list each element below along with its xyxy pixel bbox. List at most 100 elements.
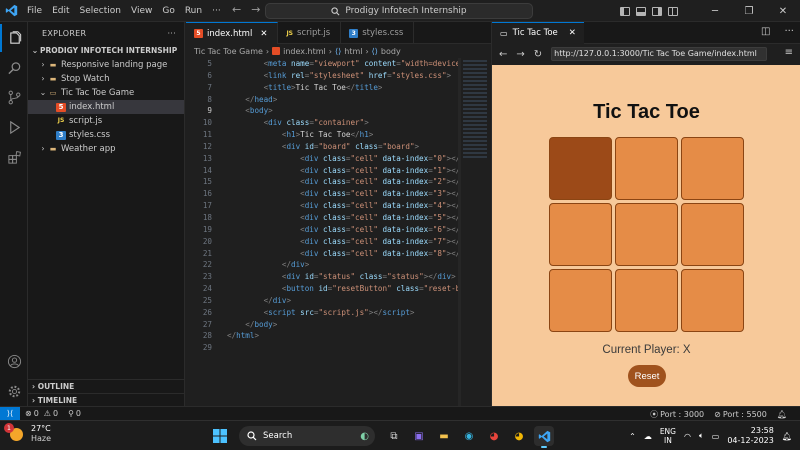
- tree-folder-weather-app[interactable]: › ▬ Weather app: [28, 142, 184, 156]
- explorer-icon[interactable]: [0, 24, 28, 52]
- accounts-icon[interactable]: [0, 347, 28, 375]
- code-line[interactable]: 21 <div class="cell" data-index="8"></d: [186, 248, 491, 260]
- menu-run[interactable]: Run: [180, 0, 207, 22]
- code-line[interactable]: 5 <meta name="viewport" content="width=d…: [186, 58, 491, 70]
- arrow-right-icon[interactable]: →: [251, 3, 260, 16]
- vscode-taskbar-icon[interactable]: [534, 426, 554, 448]
- task-view-icon[interactable]: ⧉: [384, 426, 404, 446]
- toggle-panel-icon[interactable]: [636, 6, 646, 16]
- board-cell-4[interactable]: [615, 203, 678, 266]
- tree-file-script-js[interactable]: JS script.js: [28, 114, 184, 128]
- close-icon[interactable]: ✕: [766, 6, 800, 17]
- search-icon[interactable]: [0, 54, 28, 82]
- port-3000-item[interactable]: ⦿ Port : 3000: [645, 409, 709, 420]
- chrome-icon[interactable]: ◕: [484, 426, 504, 446]
- code-line[interactable]: 29: [186, 342, 491, 354]
- code-line[interactable]: 23 <div id="status" class="status"></div…: [186, 271, 491, 283]
- close-icon[interactable]: ✕: [569, 28, 576, 38]
- port-5500-item[interactable]: ⊘ Port : 5500: [709, 410, 772, 419]
- code-line[interactable]: 20 <div class="cell" data-index="7"></d: [186, 236, 491, 248]
- code-line[interactable]: 19 <div class="cell" data-index="6"></d: [186, 224, 491, 236]
- customize-layout-icon[interactable]: [668, 6, 678, 16]
- code-line[interactable]: 16 <div class="cell" data-index="3"></d: [186, 188, 491, 200]
- code-line[interactable]: 7 <title>Tic Tac Toe</title>: [186, 82, 491, 94]
- more-actions-icon[interactable]: ···: [167, 29, 176, 38]
- board-cell-1[interactable]: [615, 137, 678, 200]
- code-line[interactable]: 17 <div class="cell" data-index="4"></d: [186, 200, 491, 212]
- file-explorer-icon[interactable]: ▬: [434, 426, 454, 446]
- run-debug-icon[interactable]: [0, 113, 28, 141]
- command-center-search[interactable]: Prodigy Infotech Internship: [265, 3, 533, 19]
- tree-file-styles-css[interactable]: 3 styles.css: [28, 128, 184, 142]
- menu-icon[interactable]: ≡: [785, 47, 793, 58]
- menu-go[interactable]: Go: [157, 0, 179, 22]
- board-cell-5[interactable]: [681, 203, 744, 266]
- code-line[interactable]: 6 <link rel="stylesheet" href="styles.cs…: [186, 70, 491, 82]
- code-line[interactable]: 13 <div class="cell" data-index="0"></d: [186, 153, 491, 165]
- chrome-profile-icon[interactable]: ◕: [509, 426, 529, 446]
- code-line[interactable]: 10 <div class="container">: [186, 117, 491, 129]
- menu-view[interactable]: View: [126, 0, 157, 22]
- tree-folder-tic-tac-toe-game[interactable]: ⌄ ▭ Tic Tac Toe Game: [28, 86, 184, 100]
- gear-icon[interactable]: [0, 377, 28, 405]
- tab-script-js[interactable]: JS script.js: [278, 22, 342, 44]
- tab-index-html[interactable]: 5 index.html ✕: [186, 22, 279, 44]
- board-cell-0[interactable]: [549, 137, 612, 200]
- menu-edit[interactable]: Edit: [47, 0, 74, 22]
- code-line[interactable]: 15 <div class="cell" data-index="2"></d: [186, 176, 491, 188]
- battery-icon[interactable]: ▭: [712, 432, 720, 441]
- arrow-right-icon[interactable]: →: [516, 49, 524, 60]
- clock[interactable]: 23:58 04-12-2023: [727, 426, 774, 446]
- board-cell-8[interactable]: [681, 269, 744, 332]
- cloud-icon[interactable]: ☁: [644, 432, 652, 441]
- wifi-icon[interactable]: ◠: [684, 432, 691, 441]
- breadcrumb-body[interactable]: body: [381, 47, 401, 56]
- breadcrumb-folder[interactable]: Tic Tac Toe Game: [194, 47, 263, 56]
- code-line[interactable]: 12 <div id="board" class="board">: [186, 141, 491, 153]
- menu-more[interactable]: ···: [207, 0, 226, 22]
- notifications-icon[interactable]: 🔔︎: [782, 432, 792, 441]
- code-line[interactable]: 28 </html>: [186, 330, 491, 342]
- menu-file[interactable]: File: [22, 0, 47, 22]
- code-line[interactable]: 27 </body>: [186, 319, 491, 331]
- tab-styles-css[interactable]: 3 styles.css: [341, 22, 415, 44]
- toggle-primary-sidebar-icon[interactable]: [620, 6, 630, 16]
- board-cell-7[interactable]: [615, 269, 678, 332]
- code-line[interactable]: 11 <h1>Tic Tac Toe</h1>: [186, 129, 491, 141]
- code-line[interactable]: 22 </div>: [186, 259, 491, 271]
- code-editor[interactable]: 5 <meta name="viewport" content="width=d…: [186, 58, 491, 406]
- reset-button[interactable]: Reset: [628, 365, 666, 387]
- source-control-icon[interactable]: [0, 83, 28, 111]
- restore-icon[interactable]: ❐: [732, 6, 766, 17]
- ports-indicator[interactable]: ⚲ 0: [63, 409, 86, 418]
- chat-icon[interactable]: ▣: [409, 426, 429, 446]
- code-line[interactable]: 9 <body>: [186, 105, 491, 117]
- extensions-icon[interactable]: [0, 143, 28, 171]
- close-icon[interactable]: ✕: [260, 29, 267, 39]
- problems-indicator[interactable]: ⊗ 0 ⚠ 0: [20, 409, 63, 418]
- minimap[interactable]: [461, 58, 491, 406]
- chevron-up-icon[interactable]: ⌃: [629, 432, 636, 441]
- code-line[interactable]: 26 <script src="script.js"></script>: [186, 307, 491, 319]
- code-line[interactable]: 14 <div class="cell" data-index="1"></d: [186, 165, 491, 177]
- menu-selection[interactable]: Selection: [75, 0, 126, 22]
- toggle-secondary-sidebar-icon[interactable]: [652, 6, 662, 16]
- tree-folder-responsive-landing-page[interactable]: › ▬ Responsive landing page: [28, 58, 184, 72]
- tree-folder-stop-watch[interactable]: › ▬ Stop Watch: [28, 72, 184, 86]
- breadcrumb-html[interactable]: html: [344, 47, 362, 56]
- url-input[interactable]: http://127.0.0.1:3000/Tic Tac Toe Game/i…: [551, 47, 768, 61]
- taskbar-search[interactable]: Search ◐: [239, 426, 375, 446]
- board-cell-3[interactable]: [549, 203, 612, 266]
- board-cell-6[interactable]: [549, 269, 612, 332]
- minimize-icon[interactable]: ─: [698, 6, 732, 17]
- code-line[interactable]: 25 </div>: [186, 295, 491, 307]
- bell-icon[interactable]: 🔔︎: [772, 410, 792, 419]
- remote-icon[interactable]: ⟩⟨: [0, 406, 20, 421]
- edge-icon[interactable]: ◉: [459, 426, 479, 446]
- timeline-section[interactable]: › TIMELINE: [28, 393, 185, 407]
- windows-start-icon[interactable]: [210, 426, 230, 446]
- split-editor-icon[interactable]: ◫: [761, 26, 770, 37]
- breadcrumb-file[interactable]: index.html: [283, 47, 326, 56]
- weather-widget[interactable]: 1 27°C Haze: [4, 423, 51, 444]
- arrow-left-icon[interactable]: ←: [232, 3, 241, 16]
